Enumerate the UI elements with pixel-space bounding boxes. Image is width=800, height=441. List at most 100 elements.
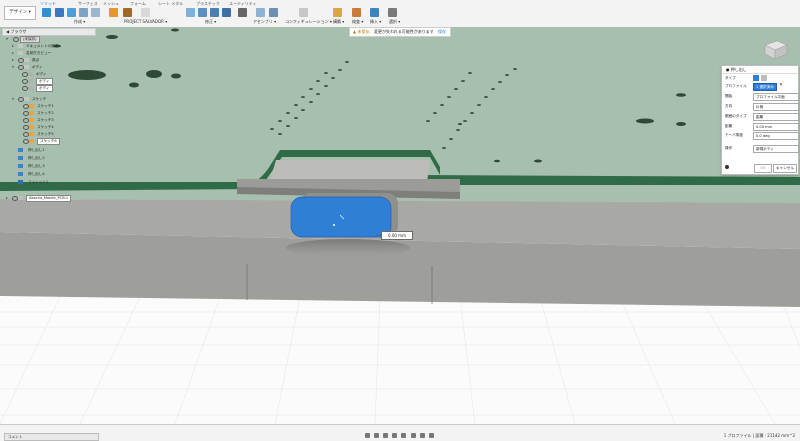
chevron-right-icon[interactable]: ▸ — [12, 43, 15, 49]
operation-select[interactable]: 新規ボディ — [753, 145, 799, 153]
ok-button[interactable]: OK — [754, 164, 772, 173]
tab-plastic[interactable]: プラスチック — [196, 1, 220, 7]
shell-icon[interactable] — [222, 8, 231, 17]
body-icon — [28, 79, 33, 83]
sketch-icon — [29, 104, 34, 108]
body-icon — [28, 72, 33, 76]
folder-icon — [24, 58, 29, 62]
tab-form[interactable]: フォーム — [130, 1, 146, 7]
tree-label: ボディ — [32, 65, 43, 69]
browser-header[interactable]: ◀ ブラウザ — [2, 28, 96, 36]
model-canvas[interactable] — [0, 27, 800, 424]
revolve-icon[interactable] — [79, 8, 88, 17]
start-label: 開始 — [725, 94, 733, 98]
group-create[interactable]: 作成 ▾ — [74, 19, 85, 25]
chamfer-icon[interactable] — [210, 8, 219, 17]
group-configure[interactable]: コンフィギュレーション ▾ — [285, 19, 332, 25]
tab-surface[interactable]: サーフェス — [78, 1, 98, 7]
move-icon[interactable] — [238, 8, 247, 17]
chevron-right-icon[interactable]: ▸ — [12, 50, 15, 56]
extrude-type-icon[interactable] — [753, 75, 759, 81]
unsaved-warning: ▲ 未保存: 変更が失われる可能性があります 保存 — [349, 27, 451, 37]
tree-label: スケッチ6 — [37, 138, 60, 145]
dialog-row-operation: 操作 新規ボディ — [725, 144, 799, 153]
display-settings-icon[interactable] — [411, 433, 416, 438]
dialog-row-direction: 方向 片側 — [725, 102, 799, 111]
grid-settings-icon[interactable] — [420, 433, 425, 438]
offset-plane-icon[interactable] — [333, 8, 342, 17]
orbit-icon[interactable] — [365, 433, 370, 438]
tab-mesh[interactable]: メッシュ — [103, 1, 119, 7]
tree-label: Akacha_Mobile_PCB:1 — [26, 195, 72, 202]
fillet-icon — [18, 180, 23, 184]
pan-icon[interactable] — [383, 433, 388, 438]
ground-grid — [0, 297, 800, 424]
group-select[interactable]: 選択 ▾ — [389, 19, 400, 25]
tab-solid[interactable]: ソリッド — [40, 1, 56, 7]
new-component-icon[interactable] — [42, 8, 51, 17]
start-select[interactable]: プロファイル平面 — [753, 93, 799, 101]
press-pull-icon[interactable] — [186, 8, 195, 17]
browser-title: ブラウザ — [10, 29, 27, 34]
tab-utility[interactable]: ユーティリティ — [229, 1, 257, 7]
dialog-title[interactable]: ● 押し出し — [722, 66, 798, 74]
zoom-icon[interactable] — [392, 433, 397, 438]
chevron-right-icon[interactable]: ▸ — [6, 195, 9, 201]
tab-sheet-metal[interactable]: シート メタル — [158, 1, 183, 7]
group-project-salvador[interactable]: PROJECT SALVADOR ▾ — [124, 19, 167, 24]
chevron-right-icon[interactable]: ▸ — [12, 57, 15, 63]
cancel-button[interactable]: キャンセル — [773, 164, 797, 173]
distance-dimension-input[interactable]: 0.00 mm — [381, 231, 413, 240]
spark-icon[interactable] — [141, 8, 150, 17]
chevron-down-icon[interactable]: ▾ — [6, 36, 9, 42]
fillet-icon[interactable] — [198, 8, 207, 17]
tree-label: ボディ — [36, 85, 53, 92]
look-at-icon[interactable] — [374, 433, 379, 438]
viewports-icon[interactable] — [429, 433, 434, 438]
eye-icon[interactable] — [13, 37, 19, 43]
tree-label: スケッチ1 — [37, 104, 54, 108]
distance-input[interactable]: 0.00 mm — [753, 123, 799, 131]
workspace-switcher[interactable]: デザイン ▾ — [4, 6, 36, 20]
configure-icon[interactable] — [299, 8, 308, 17]
extrude-shadow — [286, 239, 410, 257]
extrude-icon[interactable] — [67, 8, 76, 17]
group-inspect[interactable]: 検査 ▾ — [352, 19, 363, 25]
group-modify[interactable]: 修正 ▾ — [205, 19, 216, 25]
profile-selection[interactable]: 1 選択済み — [753, 83, 777, 91]
joint-icon[interactable] — [256, 8, 265, 17]
viewport[interactable] — [0, 27, 800, 424]
folder-icon — [24, 65, 29, 69]
direction-select[interactable]: 片側 — [753, 103, 799, 111]
fit-icon[interactable] — [401, 433, 406, 438]
hole-icon[interactable] — [91, 8, 100, 17]
measure-icon[interactable] — [352, 8, 361, 17]
sketch-icon — [29, 132, 34, 136]
taper-input[interactable]: 0.0 deg — [753, 132, 799, 140]
insert-image-icon[interactable] — [370, 8, 379, 17]
thin-extrude-icon[interactable] — [761, 75, 767, 81]
dialog-row-type: タイプ — [725, 74, 795, 82]
toolbar: デザイン ▾ ソリッド サーフェス メッシュ フォーム シート メタル プラスチ… — [0, 0, 800, 28]
chevron-down-icon[interactable]: ▾ — [12, 64, 15, 70]
clear-selection-icon[interactable]: ✕ — [779, 82, 783, 90]
browser-panel: ◀ ブラウザ ▾ (未保存) ▸ ドキュメントの設定 ▸ 名前付きビュー ▸ 原… — [2, 28, 96, 202]
group-assemble[interactable]: アセンブリ ▾ — [253, 19, 276, 25]
info-icon[interactable] — [725, 165, 729, 169]
extent-select[interactable]: 距離 — [753, 113, 799, 121]
tree-label: 押し出し4 — [28, 172, 45, 176]
group-construct[interactable]: 構築 ▾ — [333, 19, 344, 25]
project-salvador-icon[interactable] — [109, 8, 118, 17]
sketch-icon — [29, 139, 34, 143]
group-insert[interactable]: 挿入 ▾ — [370, 19, 381, 25]
dialog-row-extent: 範囲のタイプ 距離 — [725, 112, 799, 121]
tree-label: 原点 — [32, 58, 40, 62]
grid-icon[interactable] — [123, 8, 132, 17]
select-icon[interactable] — [388, 8, 397, 17]
save-link[interactable]: 保存 — [438, 28, 446, 36]
joint-origin-icon[interactable] — [269, 8, 278, 17]
tree-label: 押し出し1 — [28, 148, 45, 152]
chevron-down-icon[interactable]: ▾ — [12, 96, 15, 102]
create-sketch-icon[interactable] — [55, 8, 64, 17]
folder-icon — [24, 97, 29, 101]
